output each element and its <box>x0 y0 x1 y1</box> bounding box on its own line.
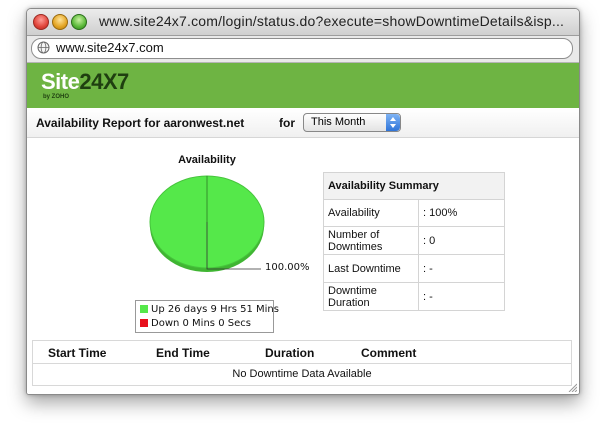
logo-byline: by ZOHO <box>43 94 70 100</box>
summary-label: Number of Downtimes <box>323 226 419 255</box>
resize-grip-icon[interactable] <box>567 382 577 392</box>
report-title: Availability Report for aaronwest.net <box>36 116 245 130</box>
close-window-button[interactable] <box>33 14 49 30</box>
minimize-window-button[interactable] <box>52 14 68 30</box>
summary-label: Availability <box>323 199 419 227</box>
title-bar[interactable]: www.site24x7.com/login/status.do?execute… <box>27 9 579 36</box>
column-duration[interactable]: Duration <box>265 346 314 360</box>
globe-icon <box>37 41 50 54</box>
summary-row: Number of Downtimes : 0 <box>323 226 505 255</box>
legend-item-up: Up 26 days 9 Hrs 51 Mins <box>140 304 279 317</box>
period-select-value: This Month <box>311 116 366 128</box>
availability-pie-chart <box>149 175 265 272</box>
availability-summary-table: Availability Summary Availability : 100%… <box>323 172 505 311</box>
select-arrows-icon <box>386 114 400 131</box>
period-select[interactable]: This Month <box>303 113 401 132</box>
header-banner: Site24X7 by ZOHO <box>27 63 579 108</box>
chart-legend: Up 26 days 9 Hrs 51 Mins Down 0 Mins 0 S… <box>135 300 279 333</box>
legend-label-up: Up 26 days 9 Hrs 51 Mins <box>151 304 279 315</box>
url-field[interactable]: www.site24x7.com <box>31 38 573 59</box>
logo-prefix: Site <box>41 69 80 94</box>
url-text: www.site24x7.com <box>56 40 164 55</box>
browser-window: www.site24x7.com/login/status.do?execute… <box>26 8 580 395</box>
legend-swatch-up <box>140 305 148 313</box>
pie-data-label: 100.00% <box>265 262 310 273</box>
column-comment[interactable]: Comment <box>361 346 416 360</box>
downtime-table: Start Time End Time Duration Comment No … <box>32 340 572 386</box>
summary-label: Last Downtime <box>323 254 419 283</box>
logo-number: 24X7 <box>79 69 129 94</box>
summary-value: : - <box>418 282 505 311</box>
period-label: for <box>279 116 295 130</box>
chart-title: Availability <box>178 154 236 166</box>
address-bar: www.site24x7.com <box>27 36 579 63</box>
report-toolbar: Availability Report for aaronwest.net fo… <box>27 109 579 138</box>
column-start-time[interactable]: Start Time <box>48 346 106 360</box>
site24x7-logo[interactable]: Site24X7 <box>41 69 129 95</box>
summary-row: Last Downtime : - <box>323 254 505 283</box>
empty-table-message: No Downtime Data Available <box>232 368 372 380</box>
legend-item-down: Down 0 Mins 0 Secs <box>140 318 251 331</box>
legend-swatch-down <box>140 319 148 327</box>
summary-label: Downtime Duration <box>323 282 419 311</box>
column-end-time[interactable]: End Time <box>156 346 210 360</box>
downtime-table-header: Start Time End Time Duration Comment <box>33 341 571 364</box>
summary-header: Availability Summary <box>323 172 505 200</box>
summary-row: Downtime Duration : - <box>323 282 505 311</box>
summary-value: : - <box>418 254 505 283</box>
summary-row: Availability : 100% <box>323 199 505 227</box>
summary-value: : 0 <box>418 226 505 255</box>
legend-label-down: Down 0 Mins 0 Secs <box>151 318 251 329</box>
window-title: www.site24x7.com/login/status.do?execute… <box>99 13 565 29</box>
page-content: Site24X7 by ZOHO Availability Report for… <box>27 63 579 394</box>
summary-value: : 100% <box>418 199 505 227</box>
zoom-window-button[interactable] <box>71 14 87 30</box>
